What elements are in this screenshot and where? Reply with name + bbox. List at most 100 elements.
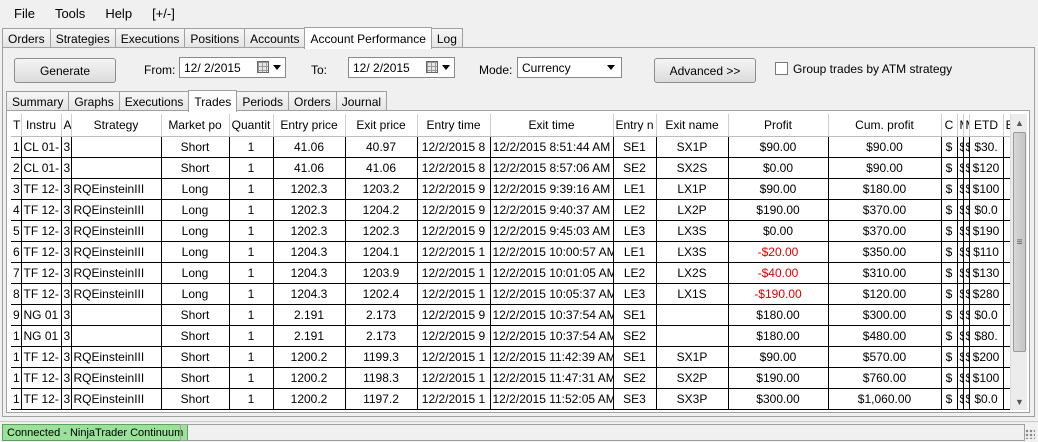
- table-cell: Long: [161, 178, 230, 200]
- column-header[interactable]: Strategy: [71, 114, 162, 137]
- tab-periods[interactable]: Periods: [236, 91, 289, 111]
- table-cell: $1,060.00: [828, 388, 942, 410]
- column-header[interactable]: C: [941, 114, 958, 137]
- menu-tools[interactable]: Tools: [45, 6, 95, 21]
- tab-strategies[interactable]: Strategies: [49, 28, 116, 48]
- resize-grip-icon[interactable]: [1025, 429, 1035, 439]
- table-cell: [71, 136, 162, 158]
- chevron-down-icon[interactable]: [607, 65, 615, 70]
- mode-select[interactable]: Currency: [517, 57, 622, 78]
- column-header[interactable]: ETD: [969, 114, 1004, 137]
- table-row[interactable]: 1 CL 01- 3 Short 1 41.06 40.97 12/2/2015 8 12/2/…: [11, 136, 1011, 158]
- vertical-scrollbar[interactable]: ▲ ≡ ▼: [1010, 114, 1027, 410]
- table-row[interactable]: 1 NG 01 3 Short 1 2.191 2.173 12/2/2015 9 12/2/2…: [11, 325, 1011, 347]
- scroll-down-icon[interactable]: ▼: [1011, 393, 1028, 410]
- menu-help[interactable]: Help: [95, 6, 142, 21]
- table-row[interactable]: 1 TF 12- 3 RQEinsteinIII Short 1 1200.2 1198.3 1…: [11, 367, 1011, 389]
- table-cell: 1: [11, 346, 22, 368]
- table-cell: $0.0: [969, 199, 1004, 221]
- table-cell: 1: [229, 283, 274, 305]
- column-header[interactable]: Quantit: [229, 114, 274, 137]
- table-cell: $310.00: [828, 262, 942, 284]
- chevron-down-icon[interactable]: [273, 65, 281, 70]
- column-header[interactable]: Entry price: [273, 114, 346, 137]
- tab-executions[interactable]: Executions: [114, 28, 186, 48]
- table-cell: SX1P: [656, 346, 729, 368]
- table-cell: 2.191: [273, 325, 346, 347]
- column-header[interactable]: Entry time: [417, 114, 491, 137]
- table-cell: 3: [61, 325, 72, 347]
- tab-log[interactable]: Log: [430, 28, 463, 48]
- table-cell: 3: [61, 388, 72, 410]
- tab-orders-sub[interactable]: Orders: [288, 91, 337, 111]
- table-cell: LE3: [613, 283, 657, 305]
- table-cell: 12/2/2015 11:52:05 AM: [490, 388, 614, 410]
- generate-button[interactable]: Generate: [14, 58, 116, 83]
- group-atm-checkbox[interactable]: [775, 62, 788, 75]
- table-cell: NG 01: [21, 304, 62, 326]
- tab-trades[interactable]: Trades: [188, 90, 238, 112]
- column-header[interactable]: A: [61, 114, 72, 137]
- table-cell: [71, 304, 162, 326]
- table-cell: 12/2/2015 1: [417, 262, 491, 284]
- column-header[interactable]: Exit name: [656, 114, 729, 137]
- tab-accounts[interactable]: Accounts: [244, 28, 306, 48]
- table-cell: 12/2/2015 9: [417, 220, 491, 242]
- table-cell: RQEinsteinIII: [71, 262, 162, 284]
- column-header[interactable]: Entry n: [613, 114, 657, 137]
- table-cell: $: [941, 325, 958, 347]
- tab-graphs[interactable]: Graphs: [68, 91, 120, 111]
- from-date-value: 12/ 2/2015: [184, 60, 241, 75]
- table-cell: $: [941, 220, 958, 242]
- table-cell: $300.00: [728, 388, 829, 410]
- table-cell: 12/2/2015 11:42:39 AM: [490, 346, 614, 368]
- column-header[interactable]: Profit: [728, 114, 829, 137]
- table-row[interactable]: 1 TF 12- 3 RQEinsteinIII Short 1 1200.2 1197.2 1…: [11, 388, 1011, 410]
- table-cell: 2.173: [345, 304, 418, 326]
- table-cell: 12/2/2015 1: [417, 367, 491, 389]
- from-label: From:: [144, 63, 176, 77]
- menu-expand-toggle[interactable]: [+/-]: [142, 6, 185, 21]
- scroll-up-icon[interactable]: ▲: [1011, 114, 1028, 131]
- table-cell: 1202.4: [345, 283, 418, 305]
- column-header[interactable]: Cum. profit: [828, 114, 942, 137]
- table-row[interactable]: 1 TF 12- 3 RQEinsteinIII Short 1 1200.2 1199.3 1…: [11, 346, 1011, 368]
- from-date-picker[interactable]: 12/ 2/2015: [179, 57, 286, 78]
- table-row[interactable]: 6 TF 12- 3 RQEinsteinIII Long 1 1204.3 1204.1 12…: [11, 241, 1011, 263]
- column-header[interactable]: Exit time: [490, 114, 614, 137]
- table-cell: 3: [61, 220, 72, 242]
- column-header[interactable]: T: [11, 114, 22, 137]
- calendar-icon[interactable]: [257, 61, 269, 73]
- table-cell: LE1: [613, 241, 657, 263]
- table-row[interactable]: 2 CL 01- 3 Short 1 41.06 41.06 12/2/2015 8 12/2/…: [11, 157, 1011, 179]
- table-cell: [656, 325, 729, 347]
- tab-journal[interactable]: Journal: [335, 91, 388, 111]
- tab-executions-sub[interactable]: Executions: [118, 91, 190, 111]
- menu-file[interactable]: File: [4, 6, 45, 21]
- column-header[interactable]: Instru: [21, 114, 62, 137]
- chevron-down-icon[interactable]: [442, 65, 450, 70]
- tab-positions[interactable]: Positions: [184, 28, 246, 48]
- table-cell: 1197.2: [345, 388, 418, 410]
- scroll-thumb[interactable]: ≡: [1013, 132, 1026, 352]
- table-row[interactable]: 9 NG 01 3 Short 1 2.191 2.173 12/2/2015 9 12/2/2…: [11, 304, 1011, 326]
- table-row[interactable]: 4 TF 12- 3 RQEinsteinIII Long 1 1202.3 1204.2 12…: [11, 199, 1011, 221]
- table-cell: 1: [11, 388, 22, 410]
- tab-summary[interactable]: Summary: [6, 91, 70, 111]
- table-cell: 1: [11, 325, 22, 347]
- table-cell: 1204.2: [345, 199, 418, 221]
- column-header[interactable]: Market po: [161, 114, 230, 137]
- table-row[interactable]: 3 TF 12- 3 RQEinsteinIII Long 1 1202.3 1203.2 12…: [11, 178, 1011, 200]
- calendar-icon[interactable]: [426, 61, 438, 73]
- tab-account-performance[interactable]: Account Performance: [304, 27, 432, 49]
- tab-orders[interactable]: Orders: [2, 28, 51, 48]
- to-date-picker[interactable]: 12/ 2/2015: [348, 57, 455, 78]
- table-row[interactable]: 8 TF 12- 3 RQEinsteinIII Long 1 1204.3 1202.4 12…: [11, 283, 1011, 305]
- table-cell: 1: [11, 367, 22, 389]
- table-cell: 1: [11, 136, 22, 158]
- table-row[interactable]: 5 TF 12- 3 RQEinsteinIII Long 1 1202.3 1202.3 12…: [11, 220, 1011, 242]
- table-cell: $30.: [969, 136, 1004, 158]
- table-row[interactable]: 7 TF 12- 3 RQEinsteinIII Long 1 1204.3 1203.9 12…: [11, 262, 1011, 284]
- advanced-button[interactable]: Advanced >>: [654, 58, 756, 83]
- column-header[interactable]: Exit price: [345, 114, 418, 137]
